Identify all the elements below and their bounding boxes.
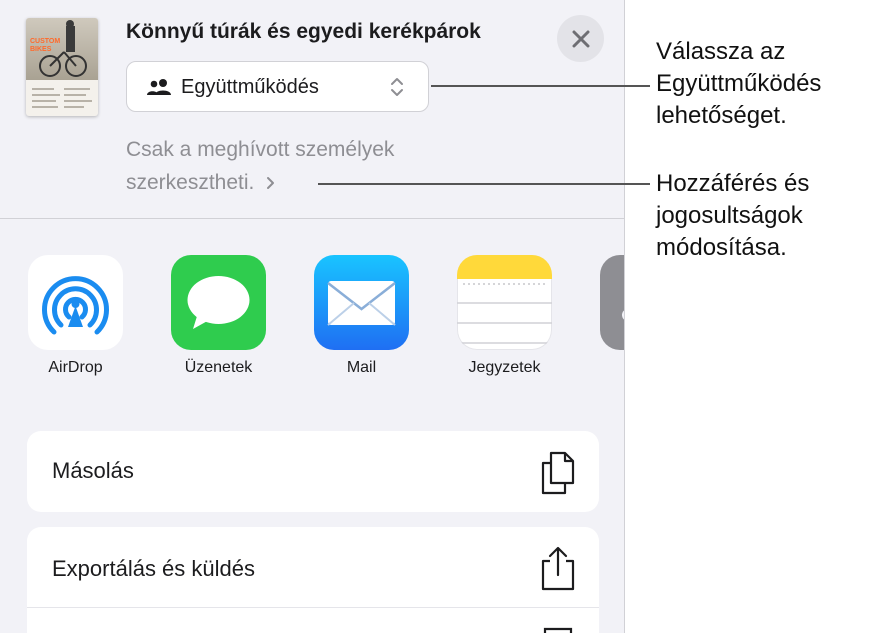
sheet-edge [624, 0, 625, 633]
app-more[interactable]: Me l [600, 255, 625, 350]
messages-icon [171, 255, 266, 350]
close-icon [572, 30, 589, 47]
mail-icon [314, 255, 409, 350]
permissions-text: Csak a meghívott személyek szerkesztheti… [126, 138, 395, 194]
callout-select-collaboration: Válassza az Együttműködés lehetőséget. [656, 38, 822, 129]
thumbnail-title: CUSTOM BIKES [30, 38, 61, 53]
app-label-notes: Jegyzetek [468, 359, 541, 376]
close-button[interactable] [557, 15, 604, 62]
people-icon [147, 79, 171, 95]
app-label-more: Me l [580, 359, 625, 397]
copy-icon [541, 451, 575, 495]
callout-access-permissions: Hozzáférés és jogosultságok módosítása. [656, 170, 810, 261]
app-label-airdrop: AirDrop [48, 359, 103, 376]
notes-icon [457, 255, 552, 350]
chevron-up-down-icon [391, 78, 403, 96]
export-row[interactable]: Exportálás és küldés [27, 527, 599, 633]
collaboration-select[interactable]: Együttműködés [126, 61, 429, 112]
section-divider [0, 218, 625, 219]
more-icon [600, 255, 625, 350]
document-thumbnail: CUSTOM BIKES [26, 18, 98, 116]
document-title: Könnyű túrák és egyedi kerékpárok [126, 20, 481, 43]
share-sheet: CUSTOM BIKES Könnyű túrák és egyedi keré… [0, 0, 625, 633]
export-label: Exportálás és küldés [52, 556, 255, 581]
next-row-icon [543, 627, 573, 633]
callout-line-collaboration [431, 85, 650, 87]
copy-label: Másolás [52, 458, 134, 483]
chevron-right-icon [267, 177, 275, 190]
row-divider [27, 607, 599, 608]
airdrop-icon [28, 255, 123, 350]
app-airdrop[interactable]: AirDrop [28, 255, 123, 376]
app-label-messages: Üzenetek [184, 359, 253, 376]
app-label-mail: Mail [346, 359, 377, 376]
export-icon [541, 546, 575, 591]
app-mail[interactable]: Mail [314, 255, 409, 376]
copy-row[interactable]: Másolás [27, 431, 599, 512]
permissions-link[interactable]: Csak a meghívott személyek szerkesztheti… [126, 133, 486, 199]
callout-line-permissions [318, 183, 650, 185]
app-notes[interactable]: Jegyzetek [457, 255, 552, 376]
collaboration-select-label: Együttműködés [181, 76, 319, 98]
app-messages[interactable]: Üzenetek [171, 255, 266, 376]
